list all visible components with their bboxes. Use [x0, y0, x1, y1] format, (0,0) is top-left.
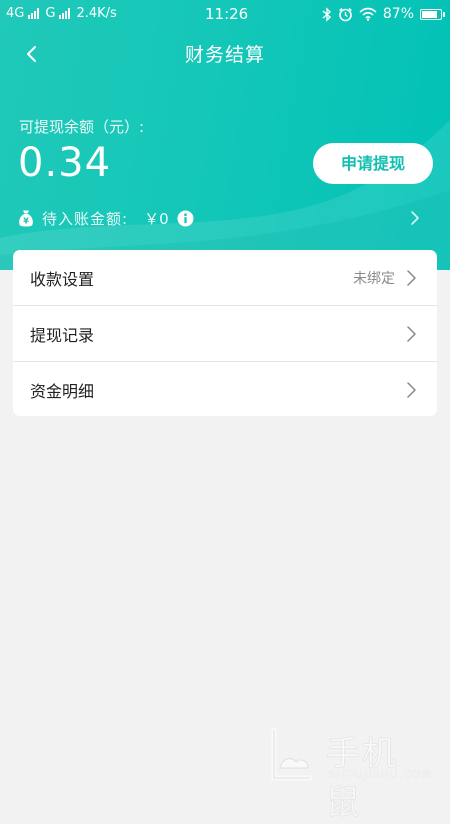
menu-item-payment-settings[interactable]: 收款设置 未绑定	[13, 250, 437, 305]
withdraw-button[interactable]: 申请提现	[313, 143, 433, 184]
menu-item-withdraw-records[interactable]: 提现记录	[13, 305, 437, 361]
battery-percent: 87%	[382, 6, 414, 22]
wifi-icon	[359, 7, 377, 21]
pending-amount-label: 待入账金额:	[42, 209, 129, 228]
watermark: 手机鼠 SHOUJISHU.COM	[262, 726, 433, 823]
chevron-right-icon	[407, 325, 416, 342]
signal-icon	[28, 8, 40, 19]
network-type-1: 4G	[6, 6, 25, 21]
pending-amount-row[interactable]: ¥ 待入账金额: ￥0	[18, 205, 419, 231]
binding-status: 未绑定	[353, 270, 395, 287]
svg-text:¥: ¥	[23, 217, 29, 226]
info-icon[interactable]	[177, 209, 194, 227]
status-right: 87%	[322, 6, 445, 22]
balance-label: 可提现余额（元）:	[19, 118, 145, 136]
chevron-right-icon	[407, 381, 416, 398]
pending-amount-value: ￥0	[144, 209, 169, 228]
settings-menu-card: 收款设置 未绑定 提现记录 资金明细	[13, 250, 437, 416]
menu-item-label: 收款设置	[30, 269, 95, 289]
watermark-logo-icon	[271, 728, 313, 781]
battery-level-fill	[422, 10, 437, 18]
status-bar: 4G G 2.4K/s 11:26 87%	[0, 0, 450, 30]
network-type-2: G	[45, 6, 56, 21]
signal-icon-2	[59, 8, 71, 19]
alarm-icon	[338, 7, 352, 21]
status-left: 4G G 2.4K/s	[6, 6, 117, 21]
bluetooth-icon	[322, 6, 331, 22]
header-panel: 4G G 2.4K/s 11:26 87% 财务结算 可提现余额（元）: 0.3…	[0, 0, 450, 270]
menu-item-label: 提现记录	[30, 325, 95, 345]
status-time: 11:26	[205, 5, 249, 23]
menu-item-label: 资金明细	[30, 381, 95, 401]
money-bag-icon: ¥	[19, 210, 33, 227]
page-title: 财务结算	[184, 44, 265, 66]
network-speed: 2.4K/s	[76, 6, 117, 21]
menu-item-fund-details[interactable]: 资金明细	[13, 361, 437, 416]
balance-value: 0.34	[18, 140, 112, 186]
watermark-url: SHOUJISHU.COM	[328, 768, 433, 781]
chevron-right-icon	[407, 269, 416, 286]
battery-icon	[420, 8, 445, 20]
chevron-right-icon	[411, 211, 419, 225]
